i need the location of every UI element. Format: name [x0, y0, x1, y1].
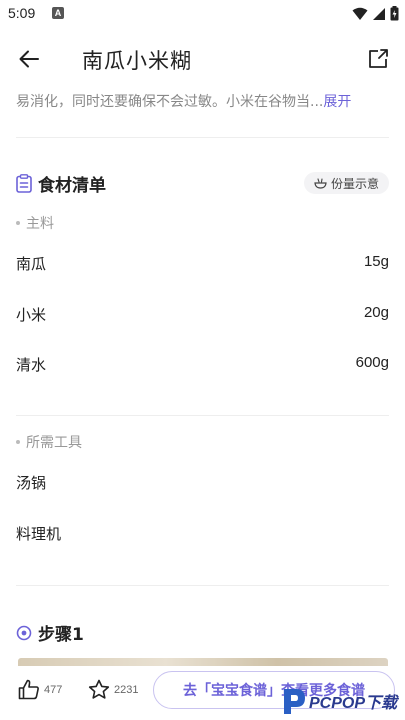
recipe-intro: 易消化，同时还要确保不会过敏。小米在谷物当...展开: [16, 91, 391, 111]
favorite-button[interactable]: 2231: [88, 679, 138, 700]
share-external-icon: [369, 49, 388, 68]
watermark-text: PCPOP下载: [309, 694, 398, 712]
ingredient-name: 清水: [16, 356, 47, 374]
ingredients-header: 食材清单: [16, 171, 106, 196]
divider: [16, 585, 389, 586]
main-ingredients-label-text: 主料: [26, 216, 54, 232]
tools-label-text: 所需工具: [26, 435, 82, 451]
favorite-count: 2231: [114, 683, 139, 696]
ingredient-amount: 20g: [363, 304, 389, 321]
step-header: 步骤1: [16, 620, 84, 645]
ingredient-name: 小米: [16, 306, 47, 324]
ingredient-amount: 15g: [363, 253, 389, 270]
status-bar: 5:09 A: [0, 0, 405, 28]
ingredient-name: 南瓜: [16, 255, 47, 273]
back-arrow-icon: [19, 50, 39, 68]
tool-row: 料理机: [16, 523, 389, 547]
portion-guide-button[interactable]: 份量示意: [303, 172, 389, 194]
like-count: 477: [44, 683, 63, 696]
top-nav-bar: 南瓜小米糊: [0, 28, 405, 88]
back-button[interactable]: [14, 44, 44, 74]
main-ingredients-label: 主料: [16, 213, 54, 233]
step-image: [18, 658, 388, 666]
portion-guide-label: 份量示意: [330, 176, 379, 191]
bowl-icon: [314, 177, 327, 189]
tool-name: 汤锅: [16, 474, 47, 492]
step-title: 步骤1: [38, 625, 84, 645]
divider: [16, 415, 389, 416]
page-title: 南瓜小米糊: [82, 49, 192, 73]
pcpop-logo-icon: [284, 688, 305, 714]
watermark: PCPOP下载: [281, 681, 405, 720]
bullet-dot: [16, 440, 20, 444]
ingredient-amount: 600g: [355, 354, 389, 371]
ingredient-row: 清水 600g: [16, 354, 389, 378]
like-button[interactable]: 477: [18, 679, 62, 700]
wifi-icon: [352, 7, 368, 20]
signal-icon: [373, 7, 385, 20]
battery-icon: [390, 6, 399, 21]
ingredient-row: 南瓜 15g: [16, 253, 389, 277]
ingredients-title: 食材清单: [38, 176, 106, 196]
star-icon: [88, 679, 110, 699]
ingredient-row: 小米 20g: [16, 304, 389, 328]
tool-row: 汤锅: [16, 472, 389, 496]
tool-name: 料理机: [16, 525, 62, 543]
tools-label: 所需工具: [16, 432, 82, 452]
step-target-icon: [16, 625, 32, 640]
divider: [16, 137, 389, 138]
intro-text: 易消化，同时还要确保不会过敏。小米在谷物当...: [16, 94, 324, 110]
notification-icon: A: [52, 7, 64, 19]
status-icons: [352, 6, 399, 21]
expand-link[interactable]: 展开: [323, 94, 351, 110]
clipboard-icon: [16, 174, 32, 193]
bullet-dot: [16, 221, 20, 225]
thumbs-up-icon: [18, 679, 39, 700]
share-button[interactable]: [363, 44, 393, 74]
status-time: 5:09: [8, 5, 36, 21]
